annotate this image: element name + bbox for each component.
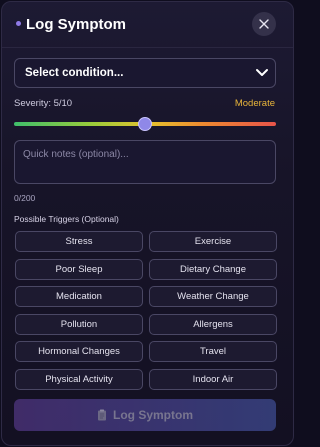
chevron-down-icon (256, 69, 268, 76)
notes-input[interactable]: Quick notes (optional)... (14, 140, 276, 184)
trigger-chip[interactable]: Allergens (149, 313, 277, 335)
log-symptom-button[interactable]: Log Symptom (14, 399, 276, 431)
panel-header: Log Symptom (2, 2, 293, 48)
severity-slider-thumb[interactable] (138, 117, 152, 131)
trigger-chip[interactable]: Weather Change (149, 286, 277, 308)
condition-select[interactable]: Select condition... (14, 58, 276, 88)
log-symptom-panel: Log Symptom Select condition... Severity… (1, 1, 294, 446)
panel-title: Log Symptom (26, 16, 126, 33)
severity-level-text: Moderate (234, 98, 275, 109)
title-accent-dot (16, 21, 21, 26)
notes-char-counter: 0/200 (14, 193, 36, 203)
trigger-chip[interactable]: Stress (15, 231, 143, 252)
header-divider (2, 47, 293, 48)
trigger-chip[interactable]: Poor Sleep (15, 258, 143, 280)
triggers-label: Possible Triggers (Optional) (14, 214, 119, 224)
close-icon (259, 19, 269, 29)
log-symptom-button-label: Log Symptom (113, 408, 193, 422)
condition-select-value: Select condition... (25, 67, 124, 79)
trigger-chip[interactable]: Travel (149, 341, 277, 363)
trigger-chip[interactable]: Pollution (15, 313, 143, 335)
close-button[interactable] (252, 12, 276, 36)
severity-label: Severity: 5/10 (14, 98, 73, 109)
trigger-chip[interactable]: Indoor Air (149, 369, 277, 390)
severity-slider[interactable] (14, 117, 276, 131)
clipboard-icon (98, 409, 106, 421)
trigger-chip[interactable]: Medication (15, 286, 143, 308)
trigger-chip[interactable]: Exercise (149, 231, 277, 252)
trigger-chip[interactable]: Hormonal Changes (15, 341, 143, 363)
trigger-chip[interactable]: Physical Activity (15, 369, 143, 390)
trigger-chip[interactable]: Dietary Change (149, 258, 277, 280)
